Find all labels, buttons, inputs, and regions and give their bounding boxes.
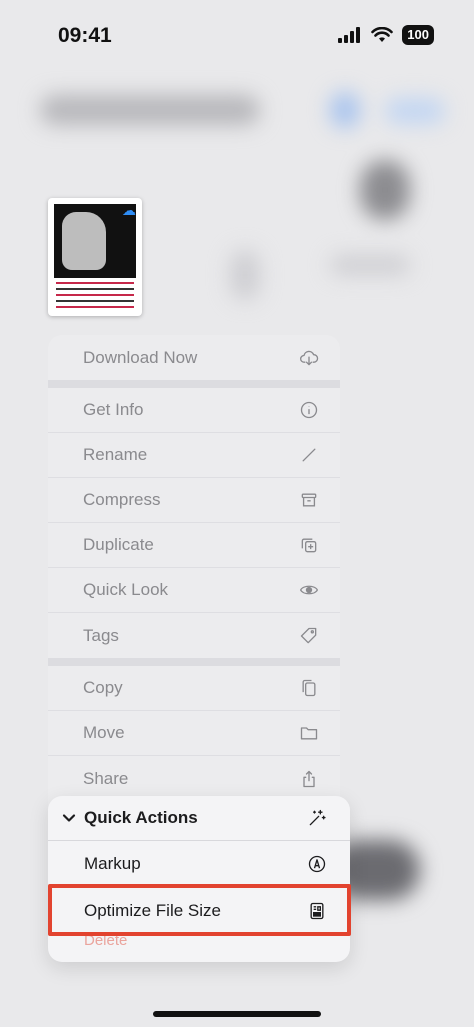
cloud-download-badge-icon: ☁ (122, 202, 136, 218)
info-icon (298, 399, 320, 421)
menu-item-download-now[interactable]: Download Now (48, 335, 340, 380)
menu-item-label: Duplicate (83, 535, 154, 554)
menu-item-label: Get Info (83, 400, 144, 419)
thumbnail-text-line (56, 282, 134, 284)
menu-item-label: Tags (83, 625, 119, 645)
menu-item-label: Copy (83, 678, 123, 697)
menu-item-share[interactable]: Share (48, 756, 340, 801)
thumbnail-text-line (56, 300, 134, 302)
quick-actions-label: Quick Actions (84, 808, 198, 827)
menu-item-label: Move (83, 723, 125, 742)
copy-document-icon (298, 677, 320, 699)
share-icon (298, 768, 320, 790)
clock: 09:41 (58, 24, 112, 47)
menu-item-label: Rename (83, 445, 148, 464)
quick-actions-header[interactable]: Quick Actions (48, 796, 350, 841)
menu-item-copy[interactable]: Copy (48, 666, 340, 711)
menu-item-markup[interactable]: Markup (48, 841, 350, 887)
menu-item-duplicate[interactable]: Duplicate (48, 523, 340, 568)
menu-item-compress[interactable]: Compress (48, 478, 340, 523)
magic-wand-icon (306, 807, 328, 829)
status-icons: 100 (338, 25, 434, 45)
status-bar: 09:41 100 (0, 0, 474, 70)
car-seat-image (62, 212, 106, 270)
eye-icon (298, 579, 320, 601)
highlight-box (48, 884, 351, 936)
signal-icon (338, 27, 361, 43)
thumbnail-text-line (56, 288, 134, 290)
battery-indicator: 100 (402, 25, 434, 45)
chevron-down-icon (62, 814, 76, 822)
archive-box-icon (298, 489, 320, 511)
duplicate-icon (298, 534, 320, 556)
thumbnail-text-line (56, 294, 134, 296)
menu-separator (48, 380, 340, 388)
menu-item-get-info[interactable]: Get Info (48, 388, 340, 433)
folder-icon (298, 722, 320, 744)
menu-item-quick-look[interactable]: Quick Look (48, 568, 340, 613)
menu-item-label: Quick Look (83, 580, 169, 599)
menu-item-label: Markup (84, 853, 141, 873)
menu-item-label: Download Now (83, 347, 198, 367)
menu-item-rename[interactable]: Rename (48, 433, 340, 478)
menu-item-move[interactable]: Move (48, 711, 340, 756)
menu-item-label: Share (83, 768, 129, 788)
pencil-icon (298, 444, 320, 466)
tag-icon (298, 625, 320, 647)
menu-separator (48, 658, 340, 666)
file-thumbnail[interactable]: ☁ (48, 198, 142, 316)
wifi-icon (371, 27, 394, 42)
markup-pen-icon (306, 853, 328, 875)
quick-actions-title: Quick Actions (62, 808, 198, 828)
thumbnail-text-line (56, 306, 134, 308)
cloud-download-icon (298, 347, 320, 369)
home-indicator[interactable] (153, 1011, 321, 1017)
menu-item-tags[interactable]: Tags (48, 613, 340, 658)
menu-item-label: Compress (83, 490, 161, 509)
